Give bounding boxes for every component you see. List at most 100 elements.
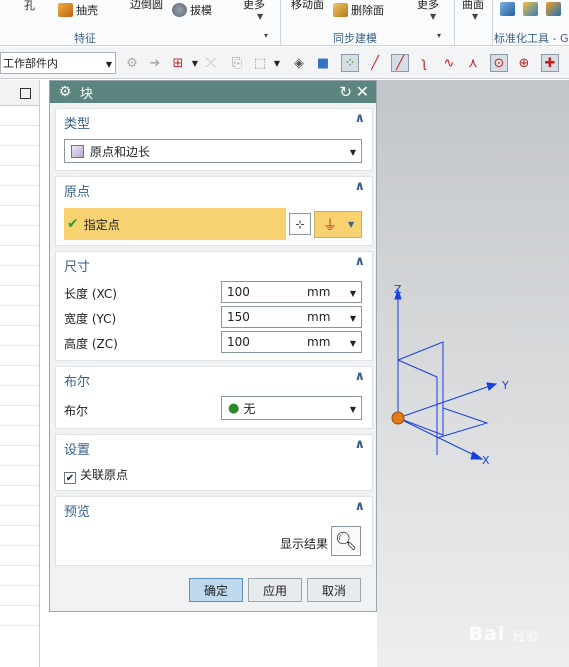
boolean-dropdown[interactable]: ● 无 ▼ bbox=[221, 396, 362, 420]
curve-point-icon[interactable]: ∿ bbox=[440, 54, 458, 72]
list-item[interactable] bbox=[0, 286, 39, 306]
specify-point-selector[interactable]: ✔ 指定点 bbox=[64, 208, 286, 240]
list-item[interactable] bbox=[0, 246, 39, 266]
line-end-icon[interactable]: ╱ bbox=[366, 54, 384, 72]
quadrant-icon[interactable]: ⊕ bbox=[515, 54, 533, 72]
type-dropdown[interactable]: 原点和边长 ▼ bbox=[64, 139, 362, 163]
list-item[interactable] bbox=[0, 206, 39, 226]
associative-origin-checkbox[interactable]: ✔ bbox=[64, 472, 76, 484]
cancel-button[interactable]: 取消 bbox=[307, 578, 361, 602]
collapse-icon[interactable]: ∧ bbox=[354, 179, 365, 194]
edge-blend-command[interactable]: 边倒圆 bbox=[130, 0, 163, 12]
width-field[interactable]: 150 mm ▼ bbox=[221, 306, 362, 328]
collapse-icon[interactable]: ∧ bbox=[354, 254, 365, 269]
more-chevron-icon-2[interactable]: ▼ bbox=[430, 12, 436, 21]
part-icon[interactable]: ◈ bbox=[290, 54, 308, 72]
point-dialog-button[interactable]: ⊹ bbox=[289, 213, 311, 235]
list-item[interactable] bbox=[0, 266, 39, 286]
list-item[interactable] bbox=[0, 226, 39, 246]
draft-command[interactable]: 拔模 bbox=[172, 2, 212, 18]
point-snap-icon[interactable]: ⁘ bbox=[341, 54, 359, 72]
chevron-down-icon[interactable]: ▼ bbox=[268, 54, 286, 72]
list-item[interactable] bbox=[0, 326, 39, 346]
control-point-icon[interactable]: ʅ bbox=[415, 54, 433, 72]
snap-point-icon[interactable]: ⊞ bbox=[169, 54, 187, 72]
list-item[interactable] bbox=[0, 586, 39, 606]
list-item[interactable] bbox=[0, 366, 39, 386]
dialog-titlebar[interactable]: ⚙ 块 ↻ ✕ bbox=[50, 81, 376, 103]
move-face-command[interactable]: 移动面 bbox=[291, 0, 324, 12]
chevron-down-icon: ▼ bbox=[348, 220, 355, 229]
more-chevron-icon-1[interactable]: ▼ bbox=[257, 12, 263, 21]
standard-tool-icon-2[interactable] bbox=[523, 2, 538, 16]
layer-icon[interactable]: ⎘ bbox=[228, 54, 246, 72]
length-field[interactable]: 100 mm ▼ bbox=[221, 281, 362, 303]
close-icon[interactable]: ✕ bbox=[356, 82, 369, 101]
list-item[interactable] bbox=[0, 546, 39, 566]
list-item[interactable] bbox=[0, 526, 39, 546]
mid-point-icon[interactable]: ╱ bbox=[391, 54, 409, 72]
list-item[interactable] bbox=[0, 606, 39, 626]
list-item[interactable] bbox=[0, 146, 39, 166]
maximize-icon[interactable] bbox=[20, 88, 31, 99]
list-item[interactable] bbox=[0, 486, 39, 506]
apply-button[interactable]: 应用 bbox=[248, 578, 302, 602]
graphics-viewport[interactable]: Z Y X Bai 经验 bbox=[377, 80, 569, 667]
height-field[interactable]: 100 mm ▼ bbox=[221, 331, 362, 353]
standard-tool-icon-3[interactable] bbox=[546, 2, 561, 16]
origin-section-header[interactable]: 原点 ∧ bbox=[56, 177, 372, 200]
chevron-down-icon[interactable]: ▼ bbox=[350, 314, 356, 323]
preview-section-header[interactable]: 预览 ∧ bbox=[56, 497, 372, 520]
select-rect-icon[interactable]: ⬚ bbox=[251, 54, 269, 72]
intent-icon[interactable]: ⤫ bbox=[202, 54, 220, 72]
center-icon[interactable]: ⊙ bbox=[490, 54, 508, 72]
associative-origin-option[interactable]: ✔ 关联原点 bbox=[64, 466, 128, 484]
part-navigator bbox=[0, 80, 40, 667]
group-expand-icon[interactable]: ▾ bbox=[264, 31, 268, 40]
collapse-icon[interactable]: ∧ bbox=[354, 369, 365, 384]
surface-chevron-icon[interactable]: ▼ bbox=[472, 12, 478, 21]
shell-command[interactable]: 抽壳 bbox=[58, 2, 98, 18]
chevron-down-icon[interactable]: ▼ bbox=[350, 339, 356, 348]
hole-command[interactable]: 孔 bbox=[24, 0, 35, 13]
list-item[interactable] bbox=[0, 446, 39, 466]
chevron-down-icon[interactable]: ▼ bbox=[350, 289, 356, 298]
list-item[interactable] bbox=[0, 306, 39, 326]
show-result-button[interactable]: 🔍︎ bbox=[331, 526, 361, 556]
intersection-icon[interactable]: ⋏ bbox=[464, 54, 482, 72]
list-item[interactable] bbox=[0, 346, 39, 366]
list-item[interactable] bbox=[0, 386, 39, 406]
snap-disabled-icon[interactable]: ⚙ bbox=[123, 54, 141, 72]
group-expand-icon[interactable]: ▾ bbox=[437, 31, 441, 40]
reset-icon[interactable]: ↻ bbox=[339, 83, 352, 101]
list-item[interactable] bbox=[0, 506, 39, 526]
point-type-dropdown[interactable]: ⏚ ▼ bbox=[314, 211, 362, 238]
settings-section-header[interactable]: 设置 ∧ bbox=[56, 435, 372, 458]
snap-arrow-icon[interactable]: ➜ bbox=[146, 54, 164, 72]
type-section-header[interactable]: 类型 ∧ bbox=[56, 109, 372, 132]
move-face-label: 移动面 bbox=[291, 0, 324, 11]
list-item[interactable] bbox=[0, 186, 39, 206]
more-button-1[interactable]: 更多 bbox=[243, 0, 265, 12]
existing-point-icon[interactable]: ✚ bbox=[541, 54, 559, 72]
boolean-section-header[interactable]: 布尔 ∧ bbox=[56, 367, 372, 390]
ok-button[interactable]: 确定 bbox=[189, 578, 243, 602]
navigator-column-header[interactable] bbox=[0, 106, 39, 126]
size-section-header[interactable]: 尺寸 ∧ bbox=[56, 252, 372, 275]
gear-icon[interactable]: ⚙ bbox=[55, 84, 75, 100]
delete-face-command[interactable]: 删除面 bbox=[333, 2, 384, 18]
list-item[interactable] bbox=[0, 466, 39, 486]
surface-command[interactable]: 曲面 bbox=[462, 0, 484, 12]
collapse-icon[interactable]: ∧ bbox=[354, 499, 365, 514]
list-item[interactable] bbox=[0, 126, 39, 146]
cube-view-icon[interactable]: ■ bbox=[314, 54, 332, 72]
selection-scope-dropdown[interactable]: 工作部件内 ▼ bbox=[0, 52, 116, 74]
list-item[interactable] bbox=[0, 406, 39, 426]
more-button-2[interactable]: 更多 bbox=[417, 0, 439, 12]
list-item[interactable] bbox=[0, 426, 39, 446]
standard-tool-icon-1[interactable] bbox=[500, 2, 515, 16]
list-item[interactable] bbox=[0, 566, 39, 586]
collapse-icon[interactable]: ∧ bbox=[354, 437, 365, 452]
collapse-icon[interactable]: ∧ bbox=[354, 111, 365, 126]
list-item[interactable] bbox=[0, 166, 39, 186]
